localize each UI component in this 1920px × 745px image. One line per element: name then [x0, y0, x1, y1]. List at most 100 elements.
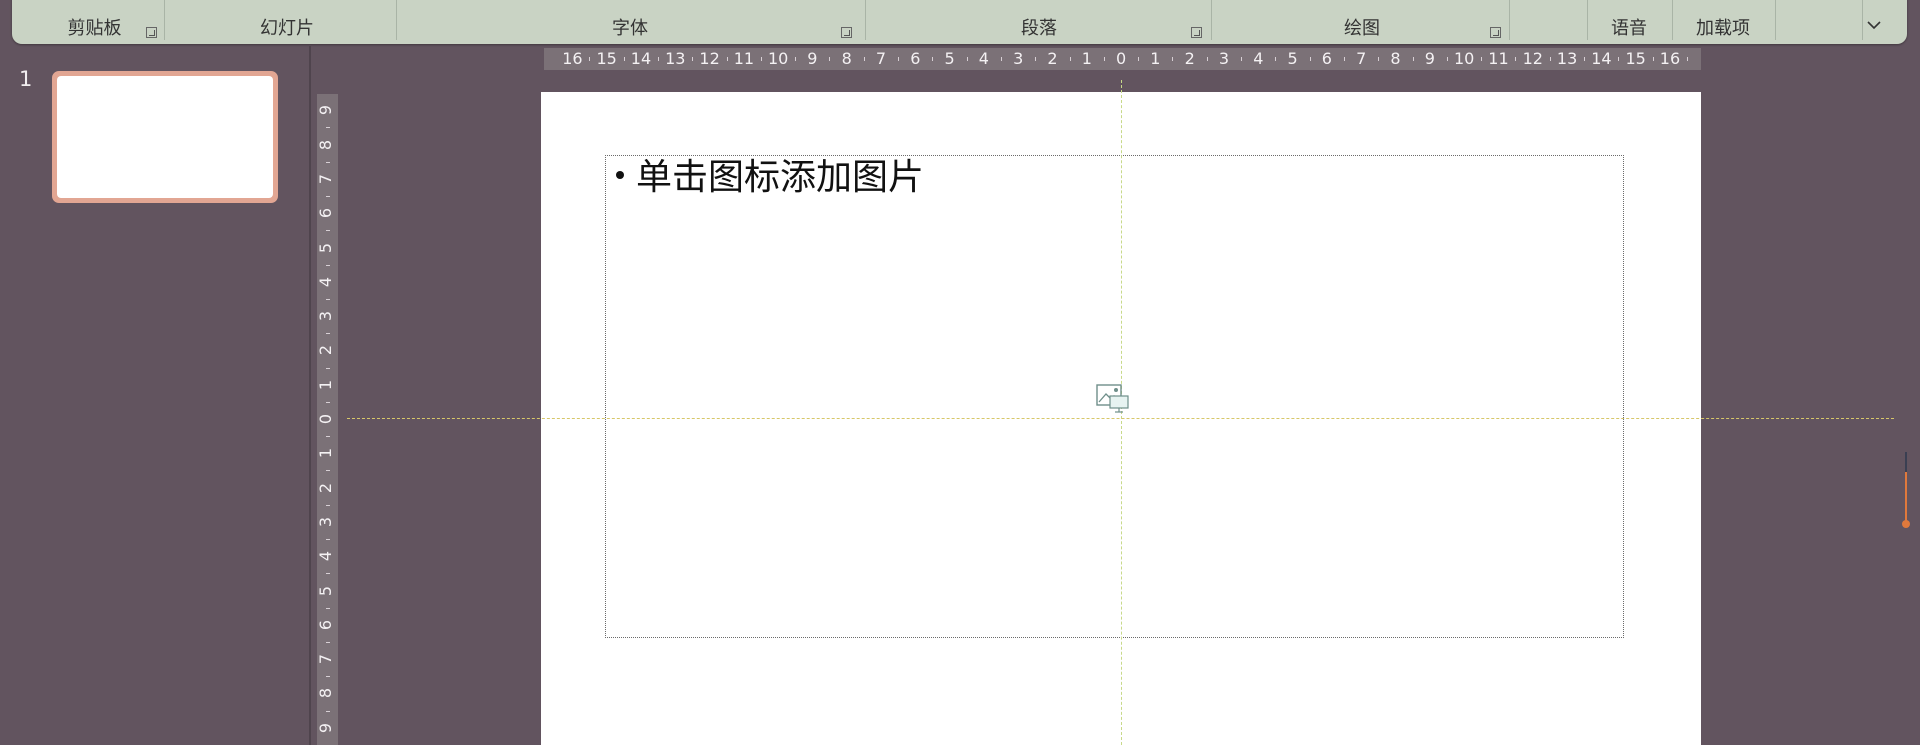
- ruler-v-tick: [326, 264, 330, 266]
- placeholder-bullet[interactable]: 单击图标添加图片: [616, 156, 924, 200]
- ruler-h-label: 14: [630, 49, 652, 68]
- ruler-v-tick: [326, 607, 330, 609]
- ruler-v-tick: [326, 161, 330, 163]
- ribbon-group-paragraph: 段落: [870, 0, 1208, 44]
- ruler-v-label: 1: [317, 379, 336, 390]
- ruler-h-label: 15: [596, 49, 617, 68]
- ribbon-group-label-addins: 加载项: [1696, 18, 1750, 39]
- ribbon-separator: [1775, 0, 1776, 40]
- ruler-h-tick: [1206, 57, 1208, 61]
- ribbon-separator: [1211, 0, 1212, 40]
- ruler-h-tick: [1412, 57, 1414, 61]
- ruler-h-label: 13: [665, 49, 686, 68]
- ruler-h-tick: [692, 57, 694, 61]
- ruler-h-label: 2: [1184, 49, 1195, 68]
- font-dialog-launcher-icon[interactable]: [841, 27, 852, 38]
- placeholder-text: 单击图标添加图片: [636, 157, 925, 198]
- ribbon-separator: [164, 0, 165, 40]
- slide-thumbnail[interactable]: [52, 71, 278, 203]
- ruler-h-label: 8: [1390, 49, 1401, 68]
- ruler-v-tick: [326, 333, 330, 335]
- ruler-h-label: 1: [1150, 49, 1161, 68]
- ruler-v-tick: [326, 298, 330, 300]
- ruler-h-label: 5: [944, 49, 955, 68]
- drawing-dialog-launcher-icon[interactable]: [1490, 27, 1501, 38]
- ribbon-group-label-drawing: 绘图: [1344, 18, 1380, 39]
- ruler-v-tick: [326, 539, 330, 541]
- ruler-h-label: 11: [733, 49, 755, 68]
- ruler-h-tick: [1686, 57, 1688, 61]
- ruler-h-tick: [1275, 57, 1277, 61]
- ruler-v-label: 6: [317, 208, 336, 219]
- ruler-v-tick: [326, 436, 330, 438]
- pane-divider[interactable]: [309, 46, 311, 745]
- bullet-icon: [616, 171, 624, 179]
- ruler-h-tick: [623, 57, 625, 61]
- ribbon-separator: [865, 0, 866, 40]
- ruler-h-tick: [863, 57, 865, 61]
- picture-icon: [1096, 384, 1129, 413]
- ruler-h-label: 12: [699, 49, 720, 68]
- slide-number: 1: [19, 67, 33, 91]
- ribbon-separator: [1509, 0, 1510, 40]
- ruler-v-tick: [326, 196, 330, 198]
- horizontal-ruler[interactable]: 16 15 14 13 12 11 10 9 8 7 6 5 4 3 2 1 0 1 2 3 4 5 6 7 8 9 10 11 12 1…: [544, 48, 1701, 70]
- paragraph-dialog-launcher-icon[interactable]: [1191, 27, 1202, 38]
- ruler-h-tick: [1378, 57, 1380, 61]
- ruler-v-label: 4: [317, 276, 336, 287]
- ruler-h-tick: [1172, 57, 1174, 61]
- ribbon-group-addins: 加载项: [1673, 0, 1773, 44]
- ribbon-separator: [396, 0, 397, 40]
- ribbon-group-slides: 幻灯片: [182, 0, 392, 44]
- ruler-h-label: 0: [1116, 49, 1127, 68]
- insert-picture-icon[interactable]: [1096, 383, 1130, 413]
- ruler-v-tick: [326, 573, 330, 575]
- ruler-h-label: 16: [1659, 49, 1681, 68]
- ruler-h-label: 10: [768, 49, 789, 68]
- vertical-ruler[interactable]: 9 8 7 6 5 4 3 2 1 0 1 2 3 4 5 6 7 8 9: [317, 94, 338, 745]
- ruler-h-tick: [1584, 57, 1586, 61]
- ribbon-group-drawing: 绘图: [1217, 0, 1507, 44]
- ruler-v-label: 0: [317, 413, 336, 425]
- ruler-h-tick: [932, 57, 934, 61]
- ruler-h-tick: [760, 57, 762, 61]
- ruler-h-label: 3: [1013, 49, 1024, 68]
- ruler-h-tick: [1138, 57, 1140, 61]
- ruler-h-tick: [1035, 57, 1037, 61]
- ruler-v-tick: [326, 676, 330, 678]
- clipboard-dialog-launcher-icon[interactable]: [146, 27, 157, 38]
- ruler-v-tick: [326, 641, 330, 643]
- ribbon-group-label-paragraph: 段落: [1021, 18, 1057, 39]
- collapse-ribbon-button[interactable]: [1863, 14, 1885, 36]
- ruler-h-label: 9: [807, 49, 818, 68]
- ruler-h-tick: [726, 57, 728, 61]
- ruler-h-label: 16: [562, 49, 583, 68]
- ruler-h-label: 15: [1625, 49, 1646, 68]
- ruler-h-label: 13: [1556, 49, 1578, 68]
- ruler-h-label: 1: [1081, 49, 1092, 68]
- ruler-h-label: 12: [1522, 49, 1543, 68]
- ruler-v-label: 8: [317, 139, 336, 150]
- ruler-h-tick: [589, 57, 591, 61]
- ruler-h-tick: [795, 57, 797, 61]
- vertical-scrollbar[interactable]: [1902, 452, 1910, 532]
- ribbon-group-label-font: 字体: [612, 18, 648, 39]
- ruler-h-tick: [1343, 57, 1345, 61]
- ribbon-group-label-voice: 语音: [1611, 18, 1647, 39]
- ruler-h-tick: [1515, 57, 1517, 61]
- ruler-h-label: 14: [1591, 49, 1612, 68]
- ruler-h-label: 2: [1047, 49, 1058, 68]
- ruler-v-tick: [326, 504, 330, 506]
- ruler-v-label: 7: [317, 654, 336, 665]
- ruler-v-tick: [326, 401, 330, 403]
- ruler-h-label: 4: [978, 49, 989, 68]
- ruler-v-tick: [326, 470, 330, 472]
- slide-thumbnail-preview: [57, 76, 273, 198]
- ruler-v-label: 7: [317, 173, 336, 184]
- chevron-down-icon: [1867, 21, 1881, 30]
- ruler-h-label: 10: [1454, 49, 1475, 68]
- ribbon-group-label-slides: 幻灯片: [260, 18, 314, 39]
- horizontal-guide[interactable]: [347, 418, 1894, 419]
- ruler-h-tick: [829, 57, 831, 61]
- ruler-h-label: 6: [910, 49, 921, 68]
